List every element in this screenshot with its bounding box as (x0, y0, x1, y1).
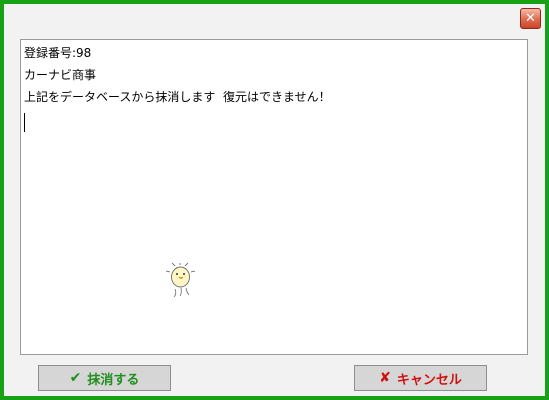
registration-number-line: 登録番号:98 (24, 46, 92, 60)
close-button[interactable]: ✕ (520, 8, 541, 29)
cancel-button-label: キャンセル (396, 372, 462, 388)
company-name-line: カーナビ商事 (24, 68, 97, 82)
delete-button[interactable]: ✔ 抹消する (38, 365, 171, 391)
warning-line: 上記をデータベースから抹消します 復元はできません！ (24, 90, 331, 104)
text-caret (24, 113, 25, 132)
check-icon: ✔ (69, 370, 82, 386)
delete-button-label: 抹消する (87, 372, 140, 388)
message-text-area[interactable]: 登録番号:98 カーナビ商事 上記をデータベースから抹消します 復元はできません… (20, 39, 528, 355)
close-icon: ✕ (525, 11, 536, 26)
chick-mascot-icon (166, 263, 196, 298)
cancel-button[interactable]: ✘ キャンセル (354, 365, 487, 391)
delete-confirm-dialog: ✕ 登録番号:98 カーナビ商事 上記をデータベースから抹消します 復元はできま… (0, 0, 549, 400)
cross-icon: ✘ (379, 370, 391, 386)
